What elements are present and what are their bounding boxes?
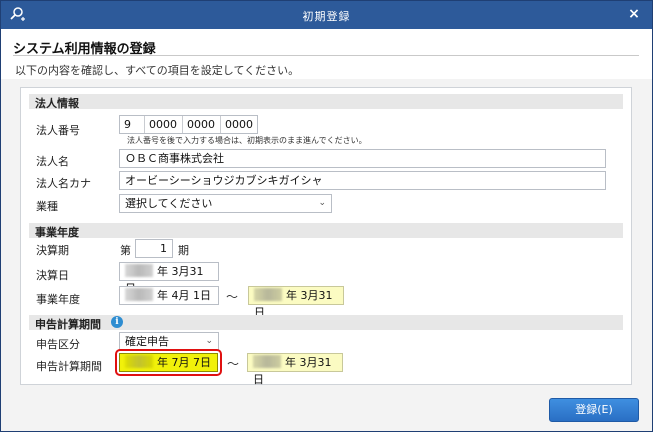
section-title: 事業年度 bbox=[35, 226, 79, 239]
range-tilde: ～ bbox=[226, 290, 239, 304]
fiscal-period-suffix: 期 bbox=[178, 244, 189, 257]
range-tilde: ～ bbox=[227, 357, 240, 371]
redacted-year bbox=[254, 288, 282, 301]
corporate-number-seg-2[interactable]: 0000 bbox=[144, 116, 182, 133]
corporate-name-label: 法人名 bbox=[36, 155, 69, 168]
register-button[interactable]: 登録(E) bbox=[549, 398, 639, 422]
filing-period-start-value: 年 7月 7日 bbox=[157, 356, 211, 369]
fiscal-year-label: 事業年度 bbox=[36, 293, 80, 306]
corporate-number-label: 法人番号 bbox=[36, 124, 80, 137]
section-filing: 申告計算期間 i bbox=[29, 315, 623, 331]
redacted-year bbox=[253, 355, 281, 368]
industry-select-value: 選択してください bbox=[125, 197, 213, 210]
redacted-year bbox=[125, 264, 153, 277]
filing-period-start-input[interactable]: 年 7月 7日 bbox=[119, 353, 218, 372]
industry-label: 業種 bbox=[36, 200, 58, 213]
corporate-number-seg-4[interactable]: 0000 bbox=[220, 116, 257, 133]
chevron-down-icon: ⌄ bbox=[318, 198, 326, 208]
filing-type-value: 確定申告 bbox=[125, 335, 169, 348]
form-panel: 法人情報 法人番号 9 0000 0000 0000 法人番号を後で入力する場合… bbox=[20, 87, 632, 386]
closing-date-input[interactable]: 年 3月31日 bbox=[119, 262, 219, 295]
dialog-window: 初期登録 × システム利用情報の登録 以下の内容を確認し、すべての項目を設定して… bbox=[0, 0, 653, 432]
corporate-number-seg-3[interactable]: 0000 bbox=[182, 116, 220, 133]
title-bar: 初期登録 × bbox=[1, 1, 652, 29]
close-icon[interactable]: × bbox=[626, 6, 642, 22]
info-icon[interactable]: i bbox=[111, 316, 123, 328]
fiscal-period-prefix: 第 bbox=[120, 244, 131, 257]
corporate-name-input[interactable]: ＯＢＣ商事株式会社 bbox=[119, 149, 606, 168]
page-description: 以下の内容を確認し、すべての項目を設定してください。 bbox=[15, 64, 300, 77]
corporate-number-hint: 法人番号を後で入力する場合は、初期表示のまま進んでください。 bbox=[127, 136, 367, 145]
section-fiscal: 事業年度 bbox=[29, 223, 623, 239]
chevron-down-icon: ⌄ bbox=[205, 336, 213, 346]
fiscal-year-start-value: 年 4月 1日 bbox=[157, 289, 211, 302]
industry-select[interactable]: 選択してください ⌄ bbox=[119, 194, 332, 213]
redacted-year bbox=[125, 288, 153, 301]
corporate-number-seg-1[interactable]: 9 bbox=[120, 116, 144, 133]
fiscal-year-start-input[interactable]: 年 4月 1日 bbox=[119, 286, 219, 305]
page-header: システム利用情報の登録 以下の内容を確認し、すべての項目を設定してください。 bbox=[1, 29, 652, 79]
closing-date-label: 決算日 bbox=[36, 269, 69, 282]
fiscal-year-end-input[interactable]: 年 3月31日 bbox=[248, 286, 344, 319]
filing-type-label: 申告区分 bbox=[36, 338, 80, 351]
fiscal-period-input[interactable]: 1 bbox=[135, 239, 173, 258]
section-title: 法人情報 bbox=[35, 97, 79, 110]
corporate-kana-label: 法人名カナ bbox=[36, 177, 91, 190]
filing-period-label: 申告計算期間 bbox=[36, 360, 102, 373]
section-title: 申告計算期間 bbox=[35, 318, 101, 331]
corporate-kana-input[interactable]: オービーシーショウジカブシキガイシャ bbox=[119, 171, 606, 190]
corporate-number-input[interactable]: 9 0000 0000 0000 bbox=[119, 115, 258, 134]
window-title: 初期登録 bbox=[302, 10, 351, 23]
section-corporate: 法人情報 bbox=[29, 94, 623, 110]
filing-period-end-input[interactable]: 年 3月31日 bbox=[247, 353, 343, 386]
header-divider bbox=[13, 55, 639, 56]
redacted-year bbox=[125, 355, 153, 368]
fiscal-period-label: 決算期 bbox=[36, 244, 69, 257]
